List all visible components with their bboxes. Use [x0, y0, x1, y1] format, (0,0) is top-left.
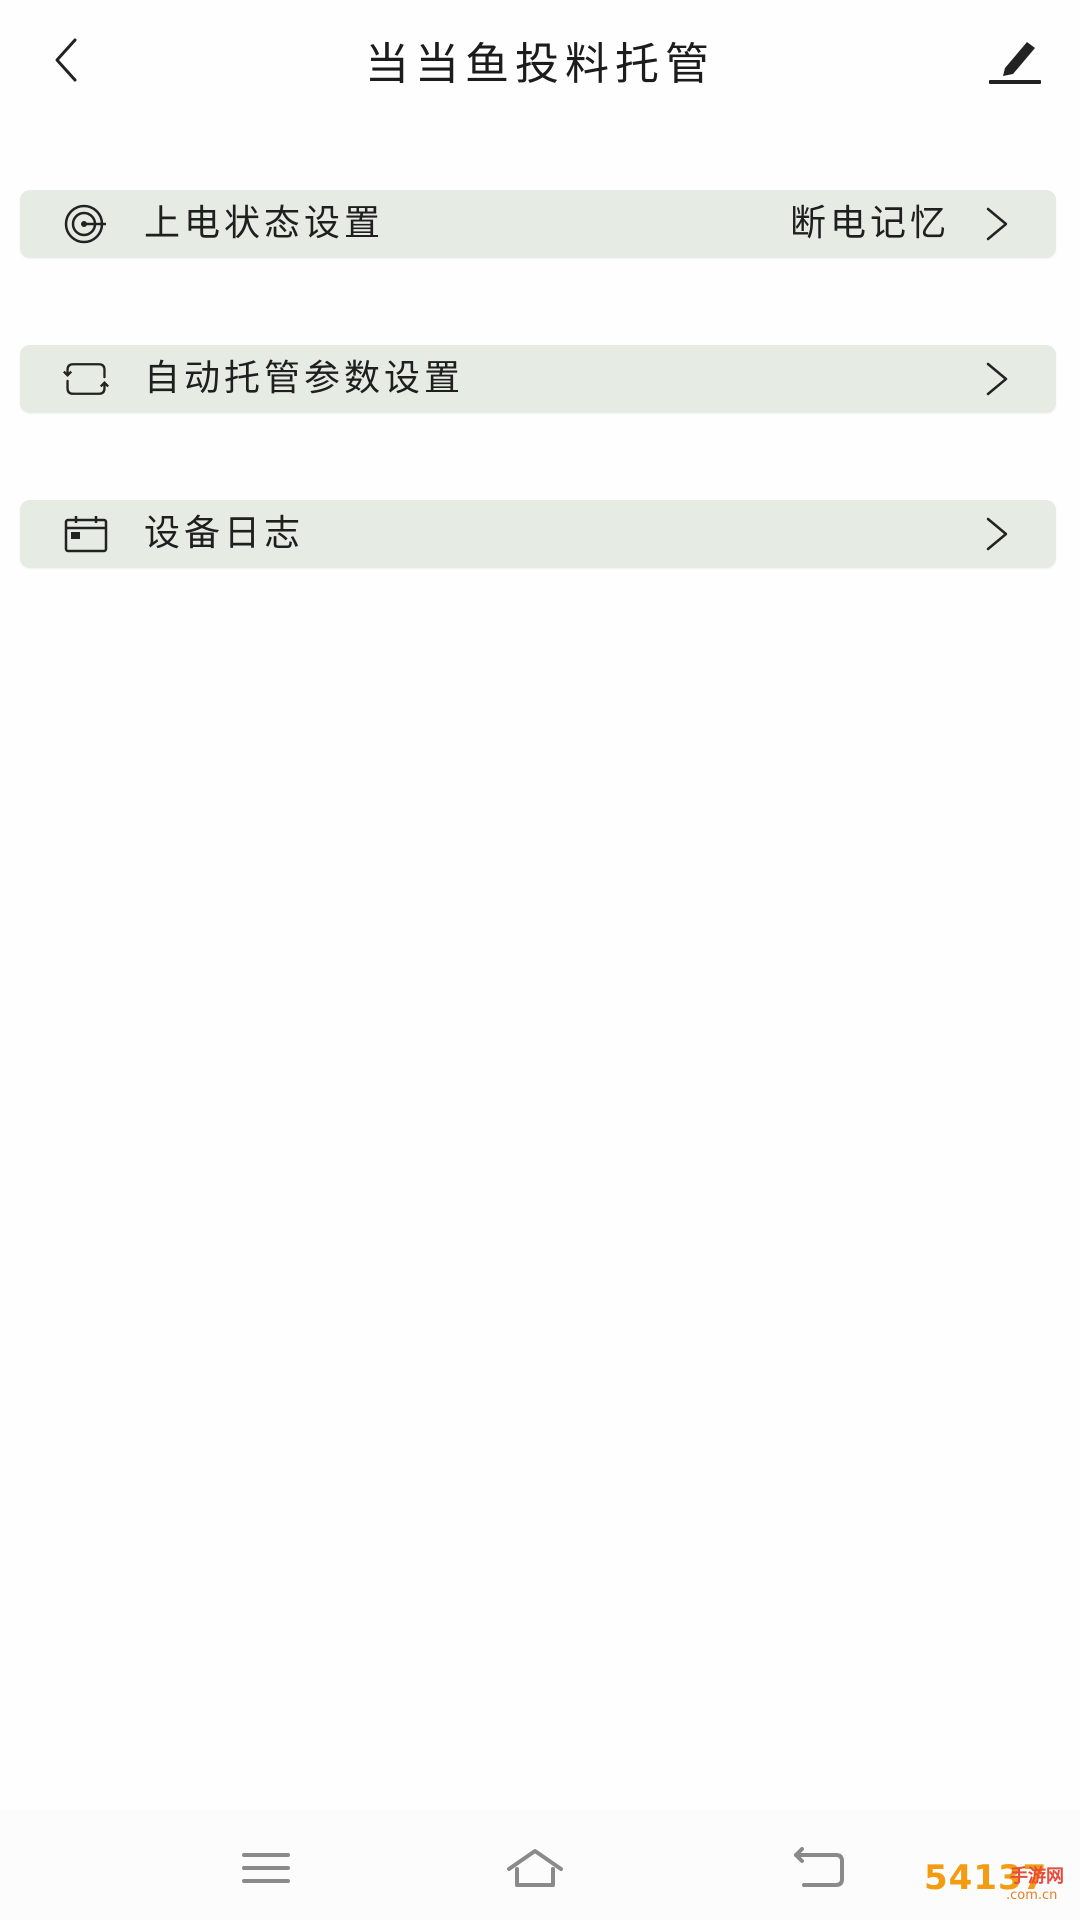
menu-icon [242, 1853, 290, 1883]
chevron-right-icon [986, 517, 1008, 551]
header-bar: 当当鱼投料托管 [0, 0, 1080, 120]
settings-row-value: 断电记忆 [789, 203, 950, 244]
chevron-right-icon [986, 362, 1008, 396]
recent-apps-button[interactable] [236, 1844, 296, 1892]
watermark-sub: 手游网 [1010, 1866, 1064, 1887]
pen-icon [989, 42, 1041, 84]
home-icon [507, 1849, 563, 1887]
chevron-right-icon [986, 207, 1008, 241]
settings-row-label: 上电状态设置 [144, 203, 385, 244]
app-screen: 当当鱼投料托管 上电状态设置 断电记忆 自动托管参数设置 设备日志 54137 … [0, 0, 1080, 1920]
edit-button[interactable] [980, 30, 1050, 90]
settings-row-label: 设备日志 [144, 513, 305, 554]
settings-row-device-log[interactable]: 设备日志 [20, 500, 1056, 568]
system-nav-bar [0, 1810, 1080, 1920]
settings-row-label: 自动托管参数设置 [144, 358, 465, 399]
settings-row-auto-hosting[interactable]: 自动托管参数设置 [20, 345, 1056, 413]
loop-icon [62, 359, 110, 399]
power-state-icon [62, 204, 110, 244]
settings-row-power-state[interactable]: 上电状态设置 断电记忆 [20, 190, 1056, 258]
watermark-logo: 54137 手游网 .com.cn [924, 1858, 1074, 1914]
back-icon [794, 1847, 844, 1887]
calendar-icon [62, 514, 110, 554]
watermark-url: .com.cn [1006, 1888, 1058, 1903]
page-title: 当当鱼投料托管 [365, 39, 715, 90]
system-back-button[interactable] [790, 1844, 850, 1892]
home-button[interactable] [505, 1844, 565, 1892]
